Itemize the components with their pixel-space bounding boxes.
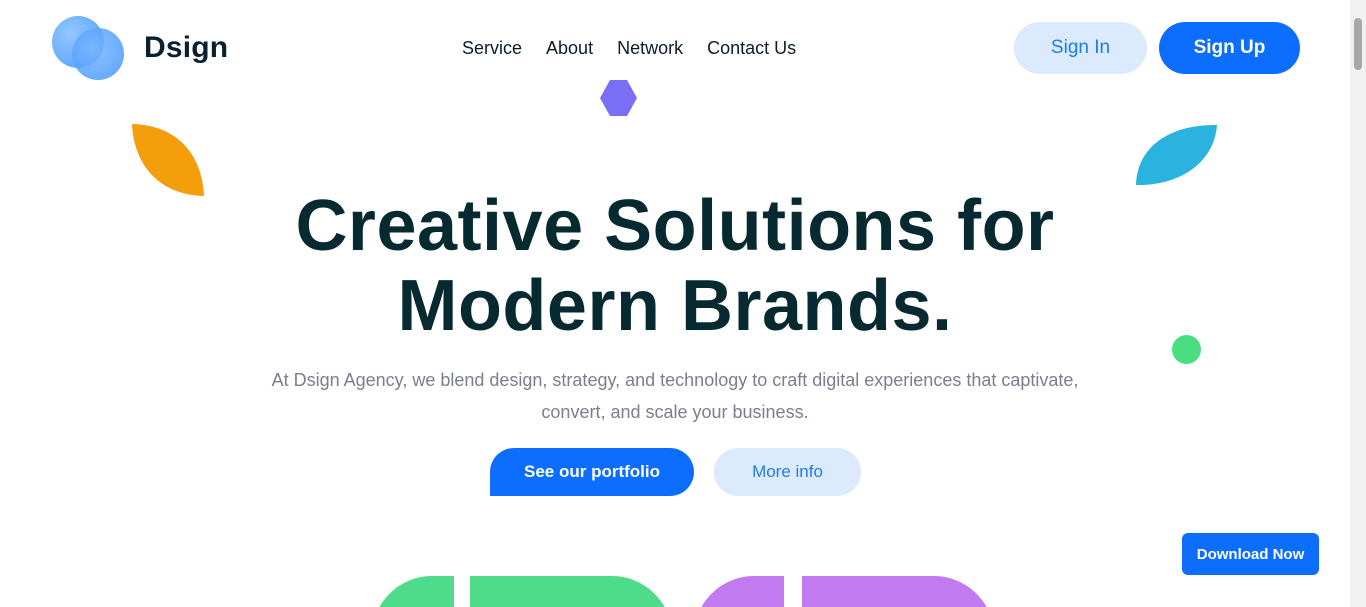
leaf-decor-icon bbox=[1136, 124, 1217, 186]
nav-link-service[interactable]: Service bbox=[462, 36, 522, 60]
hero-title-line-2: Modern Brands. bbox=[397, 266, 953, 346]
brand-logo[interactable]: Dsign bbox=[52, 16, 228, 80]
more-info-button[interactable]: More info bbox=[714, 448, 861, 496]
purple-blob-left bbox=[694, 576, 784, 607]
overlapping-circles-logo-icon bbox=[52, 16, 124, 80]
logo-circle-right bbox=[72, 28, 124, 80]
main-nav: Service About Network Contact Us bbox=[462, 36, 796, 60]
hero-subtitle: At Dsign Agency, we blend design, strate… bbox=[271, 370, 1079, 422]
green-blob-left bbox=[372, 576, 454, 607]
hero-title-line-1: Creative Solutions for bbox=[295, 186, 1055, 266]
see-portfolio-button[interactable]: See our portfolio bbox=[490, 448, 694, 496]
landing-page: Dsign Service About Network Contact Us S… bbox=[0, 0, 1350, 607]
purple-blob-right bbox=[802, 576, 994, 607]
hero-title: Creative Solutions for Modern Brands. bbox=[0, 186, 1350, 346]
brand-name: Dsign bbox=[144, 31, 229, 64]
vertical-scrollbar[interactable] bbox=[1350, 0, 1366, 607]
hexagon-decor-icon bbox=[600, 80, 637, 116]
download-now-button[interactable]: Download Now bbox=[1182, 533, 1319, 575]
green-blob-right bbox=[470, 576, 672, 607]
sign-up-button[interactable]: Sign Up bbox=[1159, 22, 1300, 74]
nav-link-contact-us[interactable]: Contact Us bbox=[707, 36, 796, 60]
scrollbar-thumb[interactable] bbox=[1354, 18, 1362, 70]
nav-link-about[interactable]: About bbox=[546, 36, 593, 60]
nav-link-network[interactable]: Network bbox=[617, 36, 683, 60]
sign-in-button[interactable]: Sign In bbox=[1014, 22, 1147, 74]
